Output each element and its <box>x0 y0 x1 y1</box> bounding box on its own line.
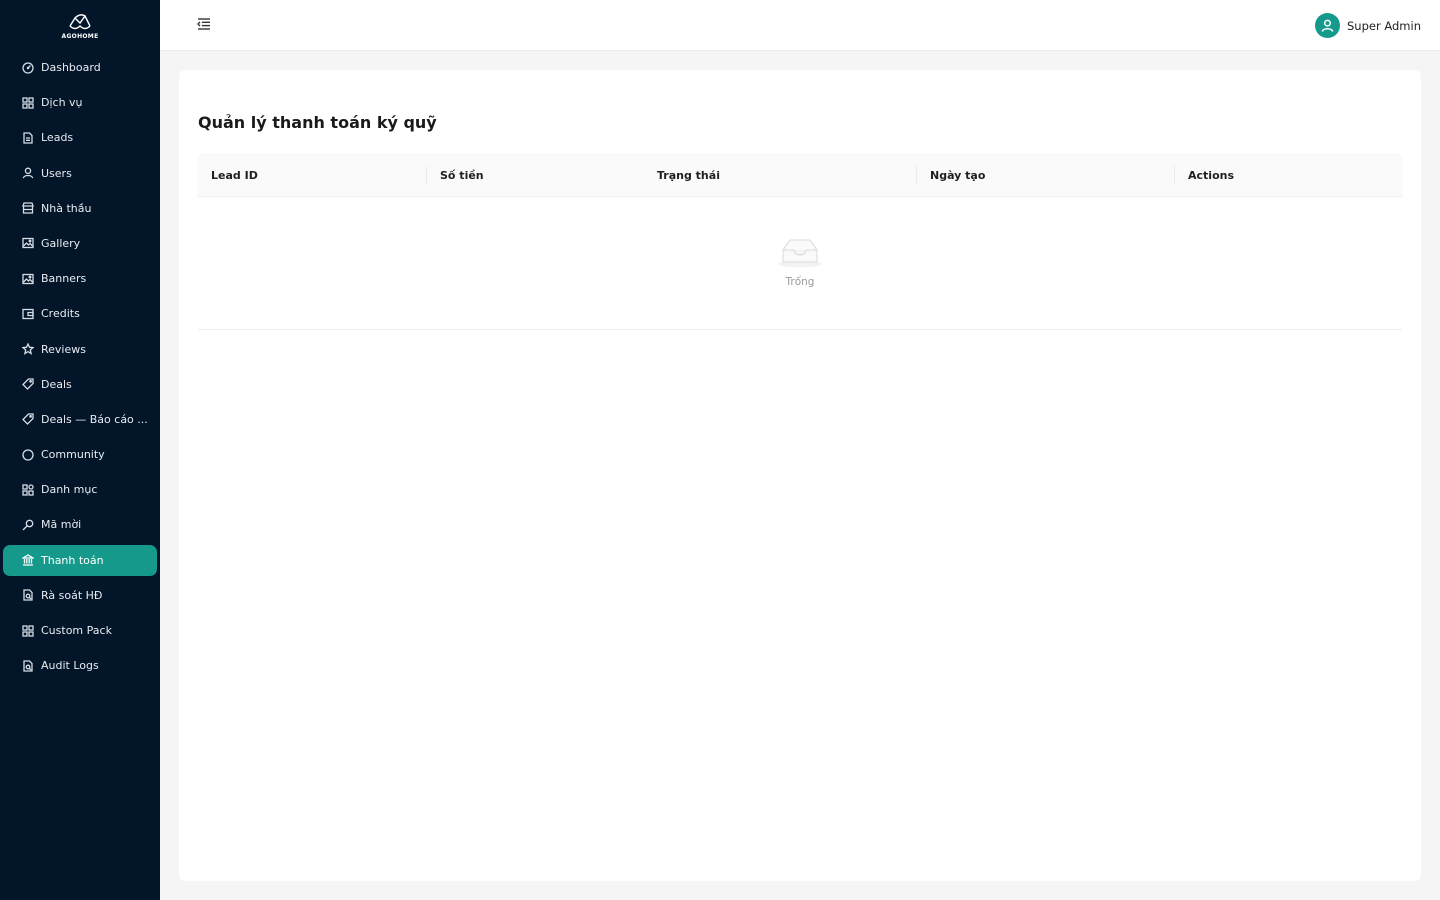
menu-fold-icon <box>197 18 210 30</box>
sidebar-item-deals-bao-cao[interactable]: Deals — Báo cáo ... <box>3 404 157 435</box>
sidebar-item-label: Users <box>41 166 72 180</box>
logo-text: AGOHOME <box>61 33 99 40</box>
user-icon <box>1321 19 1334 32</box>
file-icon <box>21 131 34 144</box>
sidebar-item-dashboard[interactable]: Dashboard <box>3 52 157 83</box>
sidebar-item-gallery[interactable]: Gallery <box>3 228 157 259</box>
sidebar-item-label: Banners <box>41 272 87 286</box>
logo-icon <box>69 14 91 30</box>
logo[interactable]: AGOHOME <box>0 0 160 50</box>
column-header-status[interactable]: Trạng thái <box>657 153 720 197</box>
sidebar-item-banners[interactable]: Banners <box>3 263 157 294</box>
sidebar-item-nha-thau[interactable]: Nhà thầu <box>3 193 157 224</box>
sidebar-item-users[interactable]: Users <box>3 158 157 189</box>
sidebar-item-label: Thanh toán <box>41 553 104 567</box>
sidebar-item-label: Dịch vụ <box>41 96 83 110</box>
sidebar-item-community[interactable]: Community <box>3 439 157 470</box>
sidebar-item-label: Deals — Báo cáo ... <box>41 412 148 426</box>
sidebar-item-custom-pack[interactable]: Custom Pack <box>3 615 157 646</box>
column-header-amount[interactable]: Số tiền <box>440 153 484 197</box>
payments-table: Lead ID Số tiền Trạng thái Ngày tạo Acti… <box>198 153 1402 330</box>
sidebar-item-label: Nhà thầu <box>41 201 92 215</box>
sidebar-item-ra-soat-hd[interactable]: Rà soát HĐ <box>3 580 157 611</box>
user-icon <box>21 167 34 180</box>
grid-icon <box>21 624 34 637</box>
sidebar-item-label: Custom Pack <box>41 624 112 637</box>
sidebar: AGOHOME Dashboard Dịch vụ Leads Users Nhà th… <box>0 0 160 900</box>
sidebar-item-label: Danh mục <box>41 483 98 497</box>
sidebar-item-label: Leads <box>41 131 74 145</box>
message-icon <box>21 448 34 461</box>
empty-state: Trống <box>198 233 1402 288</box>
user-name: Super Admin <box>1347 18 1421 33</box>
sidebar-item-label: Deals <box>41 377 72 391</box>
column-header-created-date[interactable]: Ngày tạo <box>930 153 985 197</box>
category-icon <box>21 483 34 496</box>
sidebar-item-label: Gallery <box>41 236 81 250</box>
bank-icon <box>21 554 34 567</box>
column-separator <box>426 166 427 184</box>
main-content: Quản lý thanh toán ký quỹ Lead ID Số tiề… <box>179 70 1421 881</box>
key-icon <box>21 518 34 531</box>
sidebar-item-deals[interactable]: Deals <box>3 369 157 400</box>
grid-icon <box>21 96 34 109</box>
menu-toggle-button[interactable] <box>197 17 213 33</box>
sidebar-item-credits[interactable]: Credits <box>3 298 157 329</box>
table-body: Trống <box>198 197 1402 330</box>
sidebar-item-label: Audit Logs <box>41 659 99 673</box>
sidebar-item-reviews[interactable]: Reviews <box>3 334 157 365</box>
top-header: Super Admin <box>160 0 1440 51</box>
sidebar-item-label: Community <box>41 448 105 462</box>
sidebar-item-label: Dashboard <box>41 61 101 74</box>
sidebar-item-dich-vu[interactable]: Dịch vụ <box>3 87 157 118</box>
column-header-lead-id[interactable]: Lead ID <box>211 153 258 197</box>
picture-icon <box>21 272 34 285</box>
sidebar-item-label: Rà soát HĐ <box>41 588 103 602</box>
sidebar-item-audit-logs[interactable]: Audit Logs <box>3 650 157 681</box>
avatar <box>1315 13 1340 38</box>
page-title: Quản lý thanh toán ký quỹ <box>198 113 437 132</box>
user-menu[interactable]: Super Admin <box>1315 13 1421 38</box>
shop-icon <box>21 202 34 215</box>
column-separator <box>1174 166 1175 184</box>
wallet-icon <box>21 307 34 320</box>
star-icon <box>21 343 34 356</box>
sidebar-item-label: Reviews <box>41 342 86 356</box>
empty-inbox-icon <box>775 233 825 274</box>
picture-icon <box>21 237 34 250</box>
sidebar-item-label: Credits <box>41 307 80 321</box>
sidebar-item-label: Mã mời <box>41 518 82 532</box>
empty-text: Trống <box>785 276 815 288</box>
tag-icon <box>21 413 34 426</box>
sidebar-item-ma-moi[interactable]: Mã mời <box>3 509 157 540</box>
sidebar-item-leads[interactable]: Leads <box>3 122 157 153</box>
column-separator <box>916 166 917 184</box>
dashboard-icon <box>21 61 34 74</box>
file-search-icon <box>21 659 34 672</box>
sidebar-item-danh-muc[interactable]: Danh mục <box>3 474 157 505</box>
file-search-icon <box>21 589 34 602</box>
sidebar-item-thanh-toan[interactable]: Thanh toán <box>3 544 157 576</box>
tag-icon <box>21 378 34 391</box>
table-header: Lead ID Số tiền Trạng thái Ngày tạo Acti… <box>198 153 1402 197</box>
sidebar-menu: Dashboard Dịch vụ Leads Users Nhà thầu Galler… <box>0 50 160 681</box>
column-header-actions: Actions <box>1188 168 1234 182</box>
